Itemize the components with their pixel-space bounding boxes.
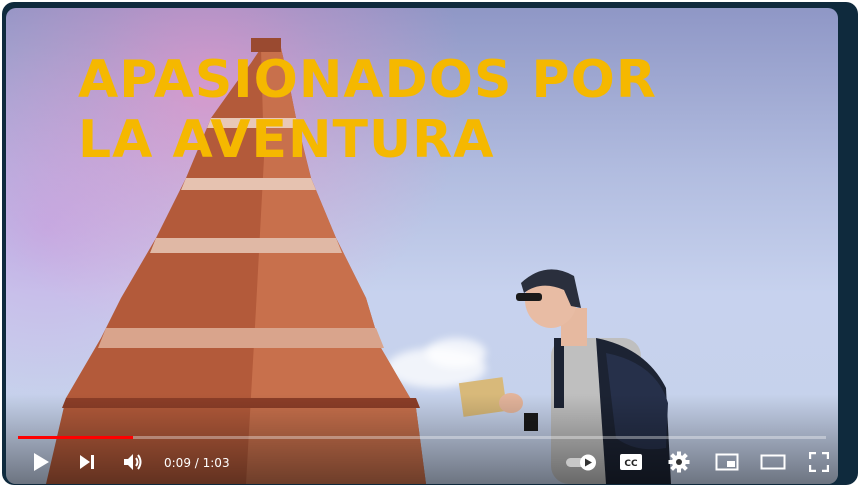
autoplay-toggle-icon [564, 453, 600, 475]
duration: 1:03 [202, 456, 230, 470]
captions-icon: CC [619, 453, 643, 475]
gear-icon [668, 451, 690, 477]
progress-played [18, 436, 134, 439]
theater-icon [760, 454, 786, 474]
next-button[interactable] [72, 449, 102, 479]
play-icon [32, 452, 50, 476]
fullscreen-button[interactable] [804, 449, 834, 479]
time-separator: / [190, 456, 203, 470]
autoplay-toggle[interactable] [562, 449, 602, 479]
fullscreen-icon [808, 451, 830, 476]
video-player[interactable]: APASIONADOS POR LA AVENTURA 0:09 / 1:03 … [6, 8, 838, 484]
time-display: 0:09 / 1:03 [164, 456, 230, 470]
svg-text:CC: CC [624, 459, 638, 469]
settings-button[interactable] [664, 449, 694, 479]
video-title-overlay: APASIONADOS POR LA AVENTURA [78, 50, 657, 170]
video-frame: APASIONADOS POR LA AVENTURA 0:09 / 1:03 … [2, 2, 858, 485]
progress-bar[interactable] [18, 436, 826, 439]
play-button[interactable] [26, 449, 56, 479]
player-controls: 0:09 / 1:03 CC [6, 446, 838, 482]
volume-icon [122, 452, 144, 476]
next-icon [78, 453, 96, 475]
captions-button[interactable]: CC [616, 449, 646, 479]
current-time: 0:09 [164, 456, 191, 470]
miniplayer-button[interactable] [712, 449, 742, 479]
miniplayer-icon [715, 453, 739, 475]
theater-button[interactable] [758, 449, 788, 479]
volume-button[interactable] [118, 449, 148, 479]
